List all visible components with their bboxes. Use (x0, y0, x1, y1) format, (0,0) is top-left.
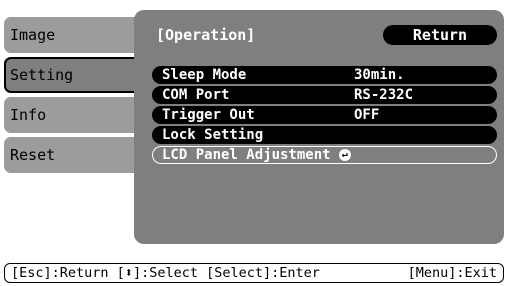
setting-row-com-port[interactable]: COM Port RS-232C (152, 86, 497, 104)
help-esc-text: [Esc]:Return [ (11, 265, 125, 281)
help-left: [Esc]:Return [⬍]:Select [Select]:Enter (11, 264, 320, 282)
setting-row-lock-setting[interactable]: Lock Setting (152, 126, 497, 144)
setting-value: 30min. (354, 67, 405, 83)
setting-label-wrap: LCD Panel Adjustment ↵ (162, 147, 351, 163)
setting-label: LCD Panel Adjustment (162, 147, 331, 163)
up-down-arrow-icon: ⬍ (124, 265, 133, 281)
setting-label: Sleep Mode (162, 67, 247, 83)
sidebar-item-info[interactable]: Info (4, 97, 144, 133)
sidebar-item-reset[interactable]: Reset (4, 137, 144, 173)
sidebar-item-label: Reset (10, 146, 56, 164)
setting-value: RS-232C (354, 87, 414, 103)
help-bar: [Esc]:Return [⬍]:Select [Select]:Enter [… (4, 263, 504, 283)
help-exit-text: [Menu]:Exit (407, 265, 497, 281)
setting-value: OFF (354, 107, 380, 123)
help-select-text: ]:Select [Select]:Enter (132, 265, 320, 281)
setting-label: Lock Setting (162, 127, 264, 143)
page-title: [Operation] (156, 26, 256, 44)
setting-row-sleep-mode[interactable]: Sleep Mode 30min. (152, 66, 497, 84)
return-button[interactable]: Return (383, 25, 497, 45)
sidebar-item-label: Info (10, 106, 47, 124)
sidebar-item-setting[interactable]: Setting (4, 57, 146, 93)
setting-label: Trigger Out (162, 107, 255, 123)
setting-row-trigger-out[interactable]: Trigger Out OFF (152, 106, 497, 124)
sidebar-item-label: Image (10, 26, 56, 44)
sidebar-item-image[interactable]: Image (4, 17, 144, 53)
enter-icon: ↵ (338, 149, 351, 161)
setting-row-lcd-panel-adjustment[interactable]: LCD Panel Adjustment ↵ (152, 146, 497, 164)
sidebar-item-label: Setting (10, 66, 74, 84)
setting-label: COM Port (162, 87, 230, 103)
